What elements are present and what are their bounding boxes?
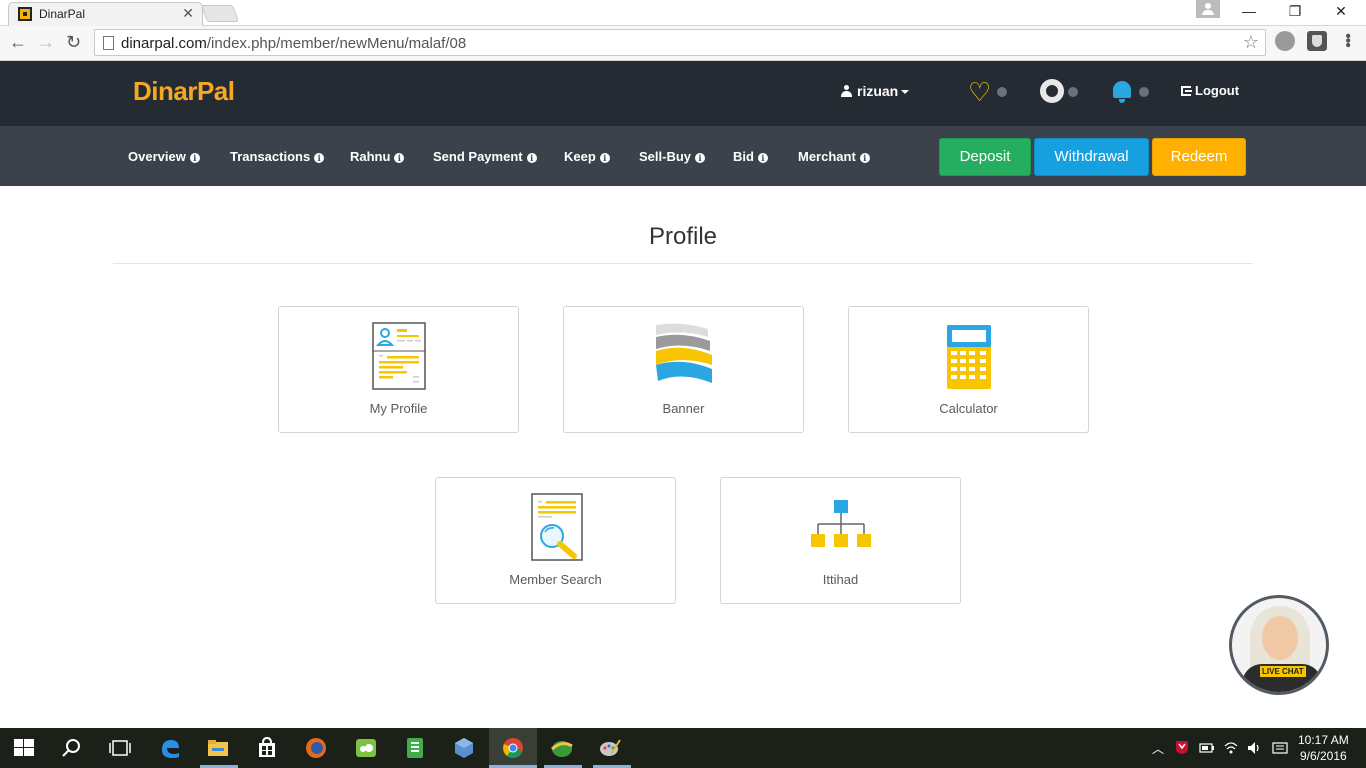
close-window-button[interactable]: ✕: [1321, 3, 1361, 20]
minimize-button[interactable]: —: [1229, 3, 1269, 19]
firefox-icon[interactable]: [304, 736, 328, 760]
mcafee-shield-icon[interactable]: [1174, 739, 1190, 755]
info-icon[interactable]: i: [394, 153, 405, 163]
menu-item-send-payment[interactable]: Send Payment i: [433, 149, 537, 164]
live-chat-widget[interactable]: LIVE CHAT: [1229, 595, 1329, 695]
card-label: My Profile: [369, 401, 428, 416]
paint-icon[interactable]: [598, 736, 622, 760]
member-search-icon: [530, 493, 583, 561]
card-label: Calculator: [939, 401, 998, 416]
menu-item-rahnu[interactable]: Rahnu i: [350, 149, 405, 164]
clock-time: 10:17 AM: [1298, 733, 1349, 747]
info-icon[interactable]: i: [189, 153, 200, 163]
favorites-heart-icon[interactable]: ♡: [968, 79, 994, 105]
restore-button[interactable]: ❐: [1275, 3, 1315, 20]
title-divider: [113, 263, 1253, 264]
card-label: Ittihad: [822, 572, 859, 587]
windows-taskbar: ︿ 10:17 AM 9/6/2016: [0, 728, 1366, 768]
info-icon[interactable]: i: [599, 153, 610, 163]
browser-tab[interactable]: DinarPal ✕: [8, 2, 203, 26]
site-header: DinarPal rizuan ♡ Logout: [0, 61, 1366, 126]
live-chat-label: LIVE CHAT: [1260, 666, 1306, 677]
browser-menu-icon[interactable]: •••: [1339, 33, 1356, 47]
network-tool-icon[interactable]: [550, 736, 574, 760]
dinarpal-favicon-icon: [18, 7, 32, 21]
virtualbox-icon[interactable]: [452, 736, 476, 760]
card-banner[interactable]: Banner: [563, 306, 804, 433]
deposit-button[interactable]: Deposit: [939, 138, 1031, 176]
menu-item-sell-buy[interactable]: Sell-Buy i: [639, 149, 706, 164]
card-member-search[interactable]: Member Search: [435, 477, 676, 604]
info-icon[interactable]: i: [314, 153, 325, 163]
bookmark-star-icon[interactable]: ☆: [1243, 32, 1259, 53]
extension-globe-icon[interactable]: [1275, 31, 1295, 51]
card-label: Member Search: [509, 572, 602, 587]
cloud-app-icon[interactable]: [354, 736, 378, 760]
store-icon[interactable]: [255, 736, 279, 760]
card-ittihad[interactable]: Ittihad: [720, 477, 961, 604]
support-badge: [1068, 87, 1078, 97]
tray-chevron-up-icon[interactable]: ︿: [1152, 740, 1164, 757]
info-icon[interactable]: i: [695, 153, 706, 163]
windows-start-icon[interactable]: [12, 736, 36, 760]
menu-item-bid[interactable]: Bid i: [733, 149, 768, 164]
logout-icon: [1181, 86, 1192, 96]
menu-item-merchant[interactable]: Merchant i: [798, 149, 870, 164]
withdrawal-button[interactable]: Withdrawal: [1034, 138, 1149, 176]
url-text[interactable]: dinarpal.com/index.php/member/newMenu/ma…: [121, 35, 466, 52]
card-label: Banner: [662, 401, 705, 416]
caret-down-icon: [901, 90, 910, 94]
banner-flag-icon: [655, 323, 712, 383]
notification-bell-icon[interactable]: [1111, 79, 1137, 105]
notepad-icon[interactable]: [403, 736, 427, 760]
forward-arrow-icon[interactable]: →: [37, 32, 55, 53]
user-menu[interactable]: rizuan: [841, 83, 910, 99]
profile-card-icon: [371, 322, 426, 390]
logout-link[interactable]: Logout: [1181, 83, 1239, 98]
support-lifebuoy-icon[interactable]: [1040, 79, 1064, 103]
dinarpal-logo[interactable]: DinarPal: [133, 76, 235, 107]
calculator-icon: [946, 325, 991, 389]
menu-item-transactions[interactable]: Transactions i: [230, 149, 325, 164]
card-calculator[interactable]: Calculator: [848, 306, 1089, 433]
battery-icon[interactable]: [1199, 740, 1215, 756]
task-view-icon[interactable]: [108, 736, 132, 760]
agent-face: [1262, 616, 1298, 660]
reload-icon[interactable]: ↻: [66, 32, 81, 53]
system-clock[interactable]: 10:17 AM 9/6/2016: [1298, 732, 1349, 764]
org-chart-icon: [810, 500, 871, 547]
edge-icon[interactable]: [158, 736, 182, 760]
new-tab-button[interactable]: [200, 5, 240, 22]
chrome-icon[interactable]: [501, 736, 525, 760]
browser-toolbar: ← → ↻ dinarpal.com/index.php/member/newM…: [0, 26, 1366, 61]
info-icon[interactable]: i: [757, 153, 768, 163]
browser-tabstrip: DinarPal ✕ — ❐ ✕: [0, 0, 1366, 26]
extension-shield-icon[interactable]: [1307, 31, 1327, 51]
wifi-icon[interactable]: [1223, 740, 1239, 756]
search-icon[interactable]: [60, 736, 84, 760]
info-icon[interactable]: i: [526, 153, 537, 163]
notification-badge: [1139, 87, 1149, 97]
card-my-profile[interactable]: My Profile: [278, 306, 519, 433]
main-menu-bar: Overview i Transactions i Rahnu i Send Paym…: [0, 126, 1366, 186]
user-icon: [841, 85, 852, 97]
tab-title: DinarPal: [39, 7, 86, 21]
back-arrow-icon[interactable]: ←: [9, 32, 27, 53]
username: rizuan: [857, 83, 899, 99]
page-icon: [103, 36, 114, 50]
address-bar[interactable]: dinarpal.com/index.php/member/newMenu/ma…: [94, 29, 1266, 56]
page-title: Profile: [648, 223, 718, 250]
keyboard-icon[interactable]: [1272, 740, 1288, 756]
menu-item-overview[interactable]: Overview i: [128, 149, 200, 164]
favorites-badge: [997, 87, 1007, 97]
browser-profile-icon[interactable]: [1196, 0, 1220, 18]
redeem-button[interactable]: Redeem: [1152, 138, 1246, 176]
menu-item-keep[interactable]: Keep i: [564, 149, 610, 164]
tab-close-icon[interactable]: ✕: [182, 5, 194, 22]
info-icon[interactable]: i: [859, 153, 870, 163]
file-explorer-icon[interactable]: [206, 736, 230, 760]
volume-icon[interactable]: [1246, 740, 1262, 756]
clock-date: 9/6/2016: [1299, 749, 1347, 763]
